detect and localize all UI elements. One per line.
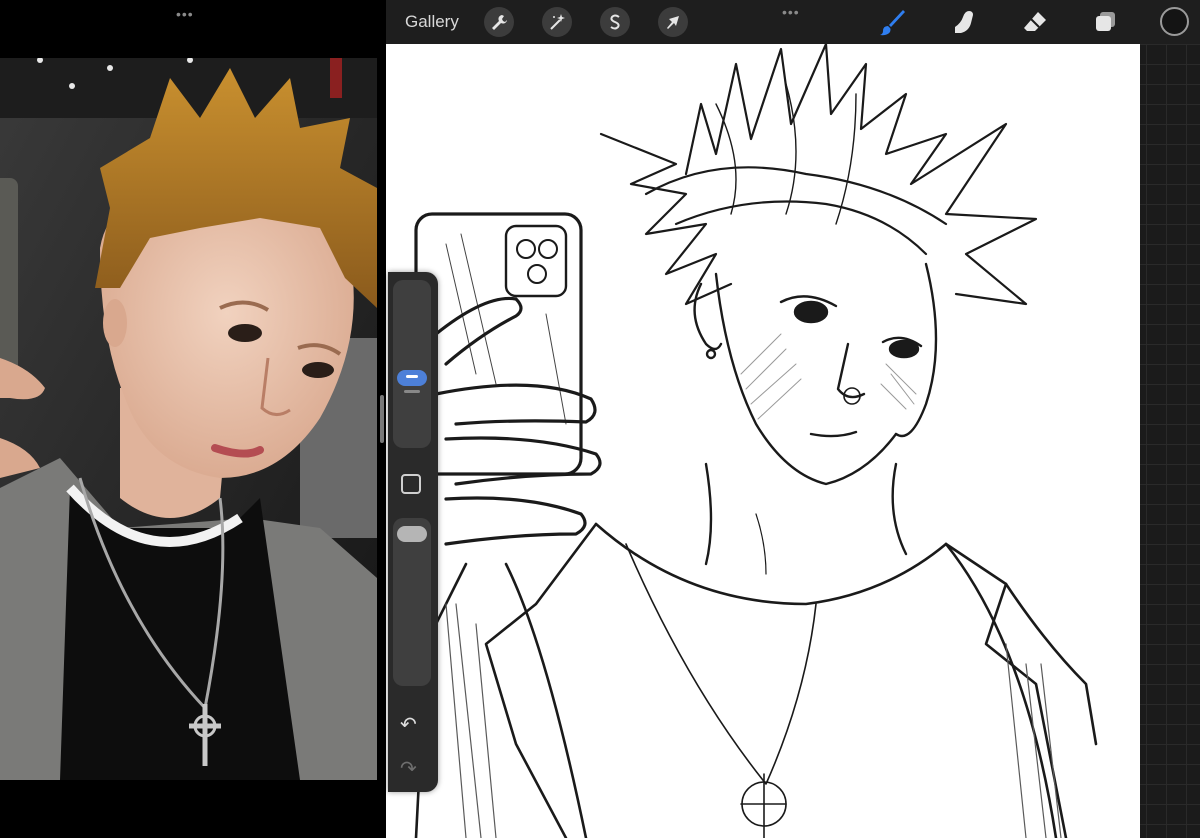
drawing-canvas[interactable] <box>386 44 1140 838</box>
smudge-finger-icon <box>955 11 973 33</box>
brush-size-marker <box>404 390 420 393</box>
redo-button[interactable]: ↷ <box>400 756 417 781</box>
eraser-icon <box>1024 12 1046 31</box>
brush-button[interactable] <box>877 7 907 37</box>
reference-photo <box>0 58 377 780</box>
brush-opacity-slider[interactable] <box>393 518 431 686</box>
canvas-more-button[interactable]: ••• <box>782 4 800 20</box>
adjustments-button[interactable] <box>542 7 572 37</box>
reference-more-button[interactable]: ••• <box>176 6 194 22</box>
layers-button[interactable] <box>1090 7 1120 37</box>
transform-button[interactable] <box>658 7 688 37</box>
actions-button[interactable] <box>484 7 514 37</box>
arrow-cursor-icon <box>667 16 679 29</box>
split-view-handle[interactable] <box>380 395 384 443</box>
modify-square-button[interactable] <box>401 474 421 494</box>
wrench-icon <box>492 15 507 30</box>
undo-button[interactable]: ↶ <box>400 712 417 737</box>
selection-button[interactable] <box>600 7 630 37</box>
brush-size-thumb-grip <box>406 374 418 378</box>
smudge-button[interactable] <box>949 7 979 37</box>
gallery-button[interactable]: Gallery <box>405 12 459 32</box>
layers-icon <box>1096 12 1115 31</box>
brush-size-thumb[interactable] <box>397 369 427 386</box>
top-toolbar: Gallery ••• <box>386 0 1200 44</box>
selection-s-icon <box>610 14 620 30</box>
brush-opacity-thumb[interactable] <box>397 526 427 542</box>
brush-sidebar: ↶ ↷ <box>388 272 438 792</box>
magic-wand-icon <box>550 14 565 30</box>
brush-size-slider[interactable] <box>393 280 431 448</box>
eraser-button[interactable] <box>1020 7 1050 37</box>
color-picker-button[interactable] <box>1160 7 1189 36</box>
reference-pane: ••• <box>0 0 386 838</box>
brush-icon <box>880 10 905 36</box>
